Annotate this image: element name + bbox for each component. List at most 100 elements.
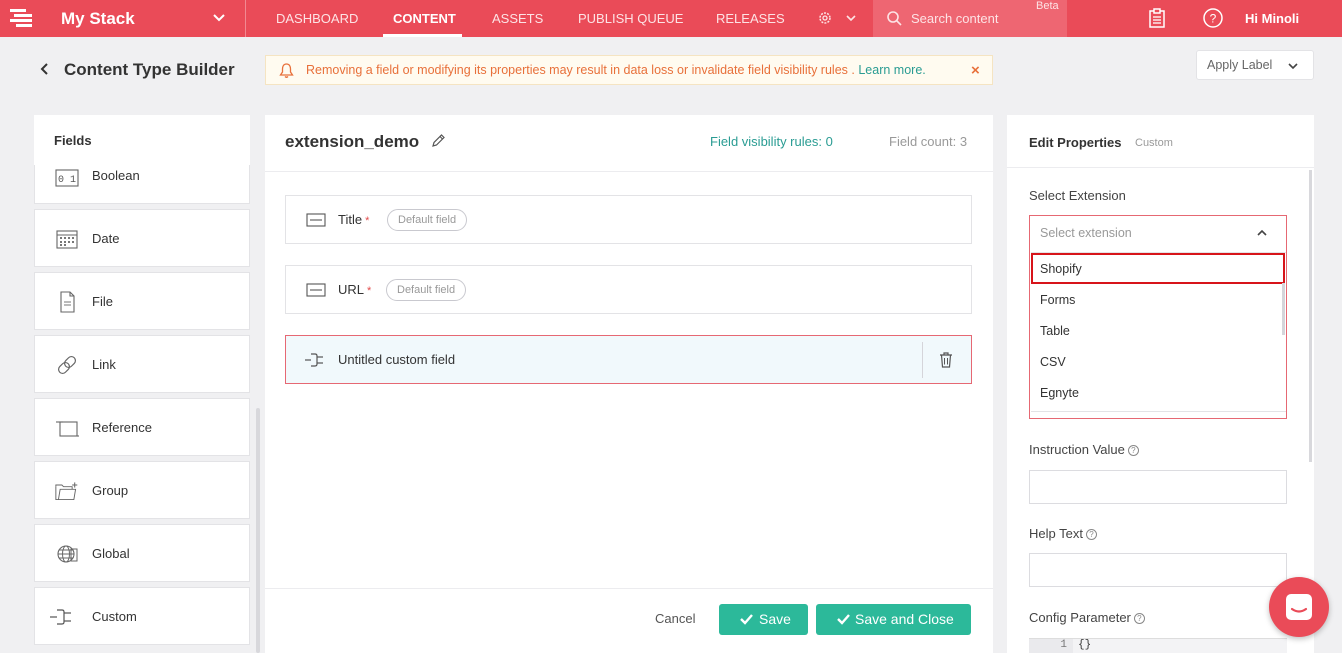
fields-scrollbar[interactable] (256, 408, 260, 653)
option-csv[interactable]: CSV (1031, 346, 1285, 377)
option-egnyte[interactable]: Egnyte (1031, 377, 1285, 408)
nav-active-indicator (383, 34, 462, 37)
field-row-label: Title * (338, 212, 369, 227)
page-title: Content Type Builder (64, 60, 235, 79)
default-field-badge: Default field (387, 209, 468, 231)
properties-scrollbar[interactable] (1309, 170, 1312, 462)
config-parameter-text: Config Parameter (1029, 610, 1131, 625)
field-row-title[interactable]: Title * Default field (285, 195, 972, 244)
extension-options-list: Shopify Forms Table CSV Egnyte (1031, 252, 1286, 412)
plug-icon (50, 609, 71, 625)
option-shopify[interactable]: Shopify (1031, 253, 1285, 284)
option-label: Forms (1040, 293, 1076, 307)
help-text-input[interactable] (1029, 553, 1287, 587)
field-row-url[interactable]: URL * Default field (285, 265, 972, 314)
svg-text:0 1: 0 1 (58, 175, 76, 186)
nav-content[interactable]: CONTENT (393, 11, 456, 26)
help-icon[interactable]: ? (1202, 7, 1224, 29)
chevron-down-icon[interactable] (845, 12, 857, 24)
question-icon[interactable]: ? (1127, 445, 1139, 457)
field-tile-label: Group (92, 483, 129, 498)
question-icon[interactable]: ? (1133, 613, 1145, 625)
question-icon[interactable]: ? (1085, 529, 1097, 541)
field-tile-file[interactable]: File (34, 272, 250, 330)
field-tile-date[interactable]: Date (34, 209, 250, 267)
plug-icon (305, 353, 323, 367)
search-icon[interactable] (886, 10, 903, 27)
stack-name[interactable]: My Stack (61, 9, 135, 29)
save-and-close-button[interactable]: Save and Close (816, 604, 971, 635)
options-scrollbar[interactable] (1282, 283, 1285, 335)
instruction-value-label: Instruction Value? (1029, 442, 1139, 457)
content-type-name: extension_demo (285, 132, 420, 151)
edit-properties-panel: Edit Properties Custom Select Extension … (1007, 115, 1314, 653)
field-row-custom-selected[interactable]: Untitled custom field (285, 335, 972, 384)
field-tile-custom[interactable]: Custom (34, 587, 250, 645)
edit-properties-title: Edit Properties (1029, 135, 1122, 150)
nav-assets[interactable]: ASSETS (492, 11, 543, 26)
field-tile-group[interactable]: Group (34, 461, 250, 519)
field-tile-reference[interactable]: Reference (34, 398, 250, 456)
help-text-text: Help Text (1029, 526, 1083, 541)
learn-more-link[interactable]: Learn more. (858, 63, 925, 77)
pencil-icon[interactable] (431, 133, 446, 148)
help-text-label: Help Text? (1029, 526, 1097, 541)
single-line-text-icon (306, 283, 326, 297)
save-button[interactable]: Save (719, 604, 808, 635)
required-marker: * (365, 215, 370, 227)
chevron-down-icon[interactable] (211, 10, 227, 26)
clipboard-icon[interactable] (1148, 8, 1166, 29)
field-type-label: Custom (1135, 137, 1173, 149)
trash-icon[interactable] (939, 352, 953, 368)
back-arrow-icon[interactable] (38, 62, 52, 76)
svg-text:?: ? (1210, 12, 1217, 26)
contentstack-logo-icon[interactable] (8, 7, 38, 29)
field-tile-label: Date (92, 231, 120, 246)
field-tile-global[interactable]: Global (34, 524, 250, 582)
warning-text: Removing a field or modifying its proper… (306, 63, 926, 77)
field-count: Field count: 3 (889, 134, 968, 149)
field-tile-label: Reference (92, 420, 152, 435)
apply-label-dropdown[interactable]: Apply Label (1196, 50, 1314, 80)
config-parameter-editor[interactable]: 1 {} (1029, 638, 1287, 653)
search-input[interactable]: Search content (911, 11, 998, 26)
fields-panel-header: Fields (34, 115, 250, 165)
default-field-badge: Default field (386, 279, 467, 301)
code-text[interactable]: {} (1078, 639, 1091, 652)
instruction-value-text: Instruction Value (1029, 442, 1125, 457)
field-name: Title (338, 212, 363, 227)
user-greeting[interactable]: Hi Minoli (1245, 11, 1299, 26)
content-type-panel: extension_demo Field visibility rules: 0… (265, 115, 993, 653)
close-icon[interactable]: × (971, 62, 980, 79)
field-tile-link[interactable]: Link (34, 335, 250, 393)
select-extension-label: Select Extension (1029, 188, 1126, 203)
instruction-value-input[interactable] (1029, 470, 1287, 504)
field-visibility-rules-link[interactable]: Field visibility rules: 0 (710, 134, 833, 149)
apply-label-text: Apply Label (1207, 58, 1273, 72)
link-icon (57, 355, 77, 375)
option-table[interactable]: Table (1031, 315, 1285, 346)
select-extension-dropdown[interactable]: Select extension Shopify Forms Table CSV… (1029, 215, 1287, 419)
chevron-up-icon[interactable] (1256, 227, 1268, 239)
option-label: Table (1040, 324, 1070, 338)
warning-banner: Removing a field or modifying its proper… (265, 55, 993, 85)
option-forms[interactable]: Forms (1031, 284, 1285, 315)
top-navigation-bar: My Stack DASHBOARD CONTENT ASSETS PUBLIS… (0, 0, 1342, 37)
gear-icon[interactable] (817, 10, 833, 26)
bell-icon (279, 63, 294, 78)
save-and-close-label: Save and Close (855, 611, 954, 627)
option-label: Shopify (1040, 262, 1082, 276)
field-row-label: URL * (338, 282, 371, 297)
cancel-button[interactable]: Cancel (655, 611, 695, 626)
nav-publish-queue[interactable]: PUBLISH QUEUE (578, 11, 683, 26)
required-marker: * (367, 285, 372, 297)
option-label: Egnyte (1040, 386, 1079, 400)
nav-dashboard[interactable]: DASHBOARD (276, 11, 358, 26)
nav-releases[interactable]: RELEASES (716, 11, 785, 26)
chat-support-button[interactable] (1269, 577, 1329, 637)
field-tile-label: Custom (92, 609, 137, 624)
divider (265, 171, 993, 172)
reference-icon (56, 421, 79, 437)
edit-properties-header: Edit Properties Custom (1007, 115, 1314, 168)
chevron-down-icon (1288, 63, 1298, 70)
